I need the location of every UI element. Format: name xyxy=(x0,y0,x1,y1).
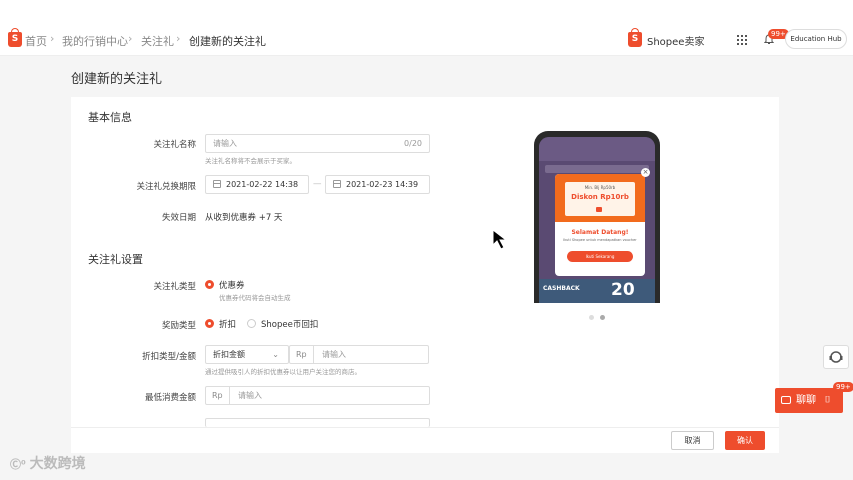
promo-banner: CASHBACK 20 xyxy=(539,279,655,303)
calendar-icon xyxy=(213,180,221,188)
voucher-card: Min. Blj Rp50rb Diskon Rp10rb xyxy=(565,182,635,216)
mouse-cursor-icon xyxy=(492,229,508,250)
type-label: 关注礼类型 xyxy=(153,282,196,292)
phone-preview: CASHBACK 20 Min. Blj Rp50rb Diskon Rp10r… xyxy=(534,131,660,303)
discount-amount-input[interactable]: Rp 请输入 xyxy=(289,345,429,364)
close-icon: × xyxy=(641,168,650,177)
phone-screen: CASHBACK 20 Min. Blj Rp50rb Diskon Rp10r… xyxy=(539,137,655,303)
popup-subtitle: Ikuti Shopee untuk mendapatkan voucher xyxy=(563,238,637,242)
reward-radio-discount[interactable] xyxy=(205,319,214,328)
watermark: Ⓒ⁰ 大数跨境 xyxy=(10,453,86,473)
voucher-min-spend: Min. Blj Rp50rb xyxy=(584,185,616,190)
name-placeholder: 请输入 xyxy=(213,139,237,148)
watermark-text: 大数跨境 xyxy=(29,456,86,472)
period-end-input[interactable]: 2021-02-23 14:39 xyxy=(325,175,430,194)
section-settings: 关注礼设置 xyxy=(88,253,143,266)
chat-bubble-icon xyxy=(781,396,791,404)
calendar-icon xyxy=(333,180,341,188)
top-bar: 首页 › 我的行销中心 › 关注礼 › 创建新的关注礼 Shopee卖家 99+… xyxy=(0,0,853,56)
support-button[interactable] xyxy=(823,345,849,369)
expiry-value: 从收到优惠券 +7 天 xyxy=(205,213,283,223)
shopee-logo-icon[interactable] xyxy=(8,28,22,47)
headset-icon xyxy=(829,351,843,363)
reward-option-coins[interactable]: Shopee币回扣 xyxy=(261,318,318,330)
chevron-right-icon: › xyxy=(128,32,133,45)
min-spend-label: 最低消费金额 xyxy=(144,393,196,403)
breadcrumb-current: 创建新的关注礼 xyxy=(189,35,266,48)
discount-label: 折扣类型/金额 xyxy=(142,352,196,362)
discount-hint: 通过提供吸引人的折扣优惠券以让用户关注您的商店。 xyxy=(205,368,361,376)
cancel-button[interactable]: 取消 xyxy=(671,431,714,450)
discount-type-select[interactable]: 折扣金额 ⌄ xyxy=(205,345,289,364)
chevron-right-icon: › xyxy=(176,32,181,45)
chevron-down-icon: ⌄ xyxy=(272,350,279,359)
carousel-dot-active[interactable] xyxy=(600,315,605,320)
period-separator: — xyxy=(313,179,322,189)
name-input[interactable]: 请输入 0/20 xyxy=(205,134,430,153)
reward-radio-coins[interactable] xyxy=(247,319,256,328)
type-hint: 优惠券代码将会自动生成 xyxy=(219,294,291,302)
carousel-dot[interactable] xyxy=(589,315,594,320)
shop-banner xyxy=(545,165,649,173)
popup-header: Min. Blj Rp50rb Diskon Rp10rb xyxy=(555,174,645,222)
name-hint: 关注礼名称将不会展示于买家。 xyxy=(205,157,296,165)
breadcrumb-home[interactable]: 首页 xyxy=(25,33,47,49)
seller-center-label[interactable]: Shopee卖家 xyxy=(647,33,704,48)
cashback-text: CASHBACK xyxy=(543,285,580,292)
confirm-button[interactable]: 确认 xyxy=(725,431,765,450)
form-card: 基本信息 关注礼名称 请输入 0/20 关注礼名称将不会展示于买家。 关注礼兑换… xyxy=(71,97,779,427)
chat-label: 聊聊 xyxy=(796,395,816,406)
reward-label: 奖励类型 xyxy=(161,321,196,331)
period-start-input[interactable]: 2021-02-22 14:38 xyxy=(205,175,309,194)
period-end-value: 2021-02-23 14:39 xyxy=(346,180,419,189)
period-start-value: 2021-02-22 14:38 xyxy=(226,180,299,189)
apps-grid-icon[interactable] xyxy=(737,35,747,45)
next-field-input[interactable] xyxy=(205,418,430,427)
breadcrumb-follow-prize[interactable]: 关注礼 xyxy=(141,33,174,49)
section-basic-info: 基本信息 xyxy=(88,111,132,124)
name-label: 关注礼名称 xyxy=(153,140,196,150)
education-hub-button[interactable]: Education Hub xyxy=(785,29,847,49)
discount-type-value: 折扣金额 xyxy=(213,350,245,359)
expiry-label: 失效日期 xyxy=(161,213,196,223)
shopee-seller-logo-icon xyxy=(628,28,642,47)
chat-badge: 99+ xyxy=(833,382,853,392)
popup-welcome: Selamat Datang! xyxy=(571,229,629,236)
shop-icon xyxy=(596,207,602,212)
reward-option-discount[interactable]: 折扣 xyxy=(219,318,236,330)
currency-prefix: Rp xyxy=(206,387,230,404)
page-title: 创建新的关注礼 xyxy=(71,72,163,87)
name-counter: 0/20 xyxy=(404,139,422,148)
chevron-right-icon: › xyxy=(50,32,55,45)
follow-now-button: Ikuti Sekarang xyxy=(567,251,633,262)
amount-placeholder: 请输入 xyxy=(322,350,346,359)
period-label: 关注礼兑换期限 xyxy=(136,182,196,192)
chat-button[interactable]: 聊聊 ⌷ xyxy=(775,388,843,413)
watermark-logo-icon: Ⓒ⁰ xyxy=(10,458,30,471)
app-header xyxy=(539,137,655,161)
chat-expand-icon: ⌷ xyxy=(825,395,831,405)
currency-prefix: Rp xyxy=(290,346,314,363)
min-spend-placeholder: 请输入 xyxy=(238,391,262,400)
breadcrumb-marketing[interactable]: 我的行销中心 xyxy=(62,33,128,49)
type-radio-voucher[interactable] xyxy=(205,280,214,289)
voucher-amount: Diskon Rp10rb xyxy=(571,193,629,201)
promo-number: 20 xyxy=(611,280,635,300)
min-spend-input[interactable]: Rp 请输入 xyxy=(205,386,430,405)
follow-prize-popup: Min. Blj Rp50rb Diskon Rp10rb Selamat Da… xyxy=(555,174,645,276)
type-option-voucher[interactable]: 优惠券 xyxy=(219,279,245,291)
